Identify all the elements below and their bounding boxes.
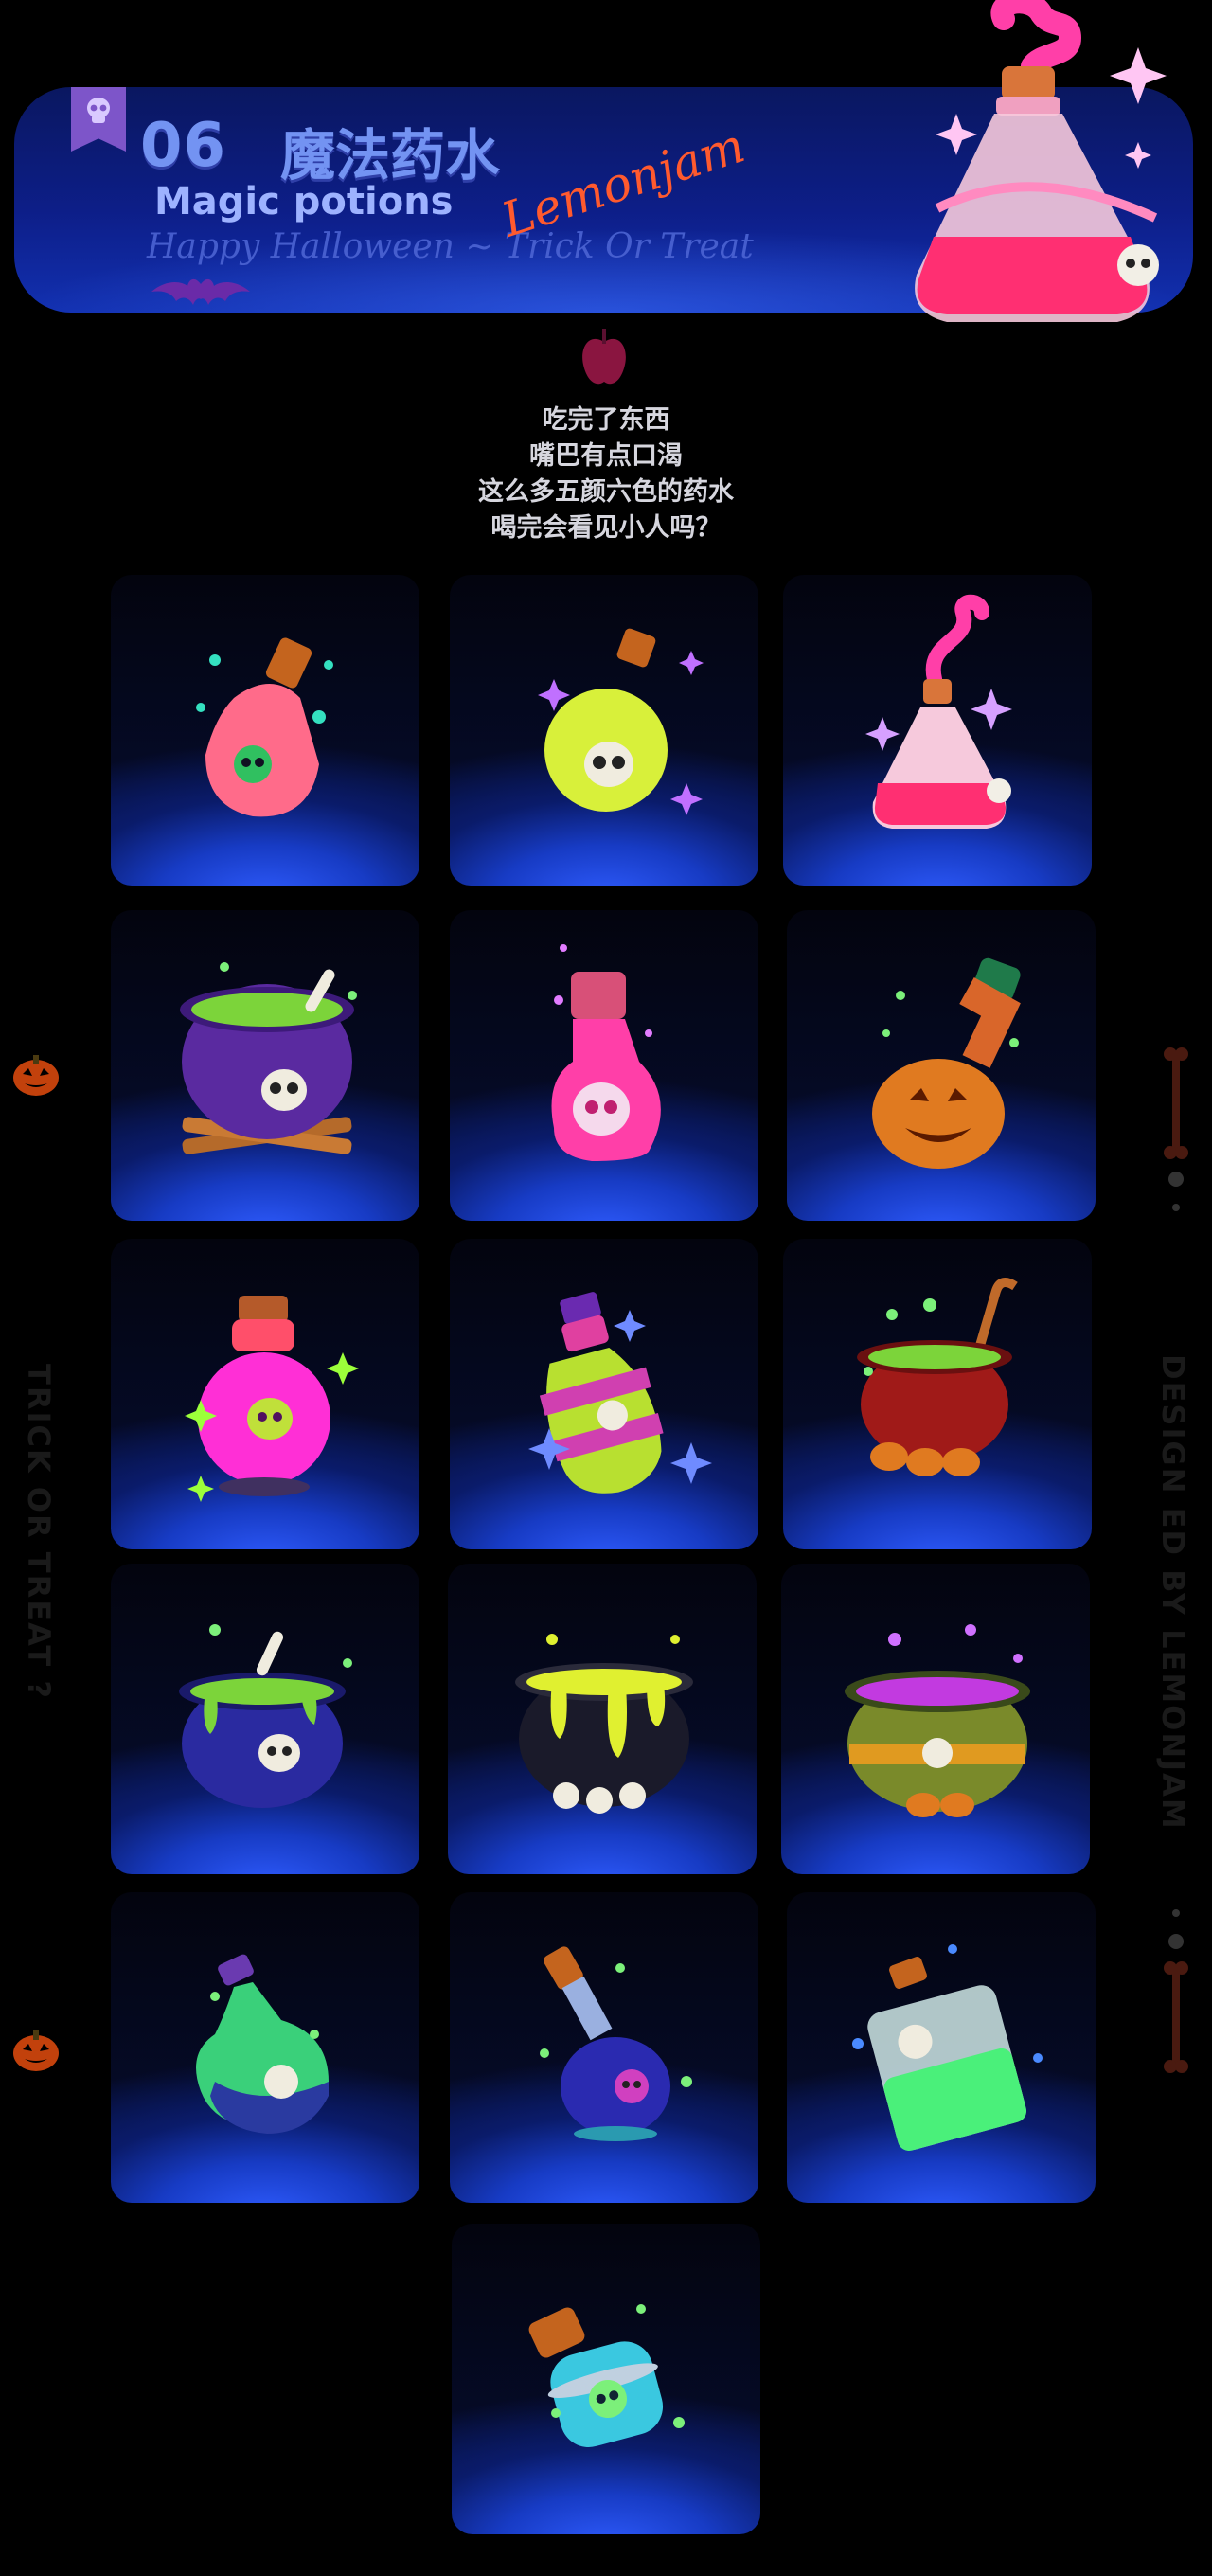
potion-tile[interactable] xyxy=(450,910,758,1221)
potion-tile[interactable] xyxy=(111,1564,419,1874)
blue-skull-flask-icon xyxy=(540,1946,692,2141)
cyan-skull-flask-icon xyxy=(528,2304,685,2447)
hero-pink-potion-icon xyxy=(915,0,1167,322)
potion-tile[interactable] xyxy=(452,2224,760,2534)
intro-line: 吃完了东西 xyxy=(542,405,670,435)
green-jug-skull-icon xyxy=(196,1954,329,2134)
magenta-round-flask-icon xyxy=(185,1296,359,1502)
purple-cauldron-fire-icon xyxy=(180,962,357,1154)
intro-line: 嘴巴有点口渴 xyxy=(529,441,683,471)
poison-apple-icon xyxy=(582,329,626,385)
potion-tile[interactable] xyxy=(783,575,1092,886)
intro-line: 这么多五颜六色的药水 xyxy=(478,477,734,507)
bone-icon xyxy=(1164,1909,1188,2073)
blue-cauldron-green-slime-icon xyxy=(179,1624,352,1808)
potion-tile[interactable] xyxy=(111,1239,419,1549)
potion-tile[interactable] xyxy=(448,1564,757,1874)
green-square-bottle-icon xyxy=(852,1944,1043,2152)
side-text-right: DESIGN ED BY LEMONJAM xyxy=(1155,1354,1191,1831)
potion-tile[interactable] xyxy=(111,910,419,1221)
potion-tile[interactable] xyxy=(111,1892,419,2203)
subtitle: Happy Halloween ~ Trick Or Treat xyxy=(147,227,754,266)
pumpkin-flask-icon xyxy=(872,957,1021,1169)
side-text-left: TRICK OR TREAT ? xyxy=(21,1364,57,1700)
pink-heart-skull-bottle-icon xyxy=(196,637,333,817)
olive-cauldron-purple-bubbles-icon xyxy=(845,1624,1030,1817)
intro-line: 喝完会看见小人吗？ xyxy=(490,513,722,543)
chapter-number: 06 xyxy=(140,111,227,181)
potion-tile[interactable] xyxy=(787,910,1096,1221)
bone-icon xyxy=(1164,1047,1188,1211)
potion-tile[interactable] xyxy=(450,1239,758,1549)
intro-poem: 吃完了东西 嘴巴有点口渴 这么多五颜六色的药水 喝完会看见小人吗？ xyxy=(417,402,795,546)
pink-skull-bottle-icon xyxy=(551,944,661,1161)
yellow-skull-flask-icon xyxy=(538,628,704,815)
potion-tile[interactable] xyxy=(783,1239,1092,1549)
potion-tile[interactable] xyxy=(781,1564,1090,1874)
potion-tile[interactable] xyxy=(450,575,758,886)
pumpkin-icon xyxy=(13,2030,59,2071)
page-title-en: Magic potions xyxy=(154,180,454,224)
potion-tile[interactable] xyxy=(111,575,419,886)
bat-icon xyxy=(152,278,250,305)
pink-smoke-perfume-bottle-icon xyxy=(865,594,1012,829)
black-cauldron-yellow-slime-icon xyxy=(515,1634,693,1814)
potion-tile[interactable] xyxy=(450,1892,758,2203)
page-title-cn: 魔法药水 xyxy=(280,123,501,188)
red-cauldron-pumpkins-icon xyxy=(857,1278,1018,1476)
potion-tile[interactable] xyxy=(787,1892,1096,2203)
skull-icon xyxy=(87,98,110,123)
striped-skull-bottle-icon xyxy=(528,1292,712,1494)
pumpkin-icon xyxy=(13,1055,59,1096)
